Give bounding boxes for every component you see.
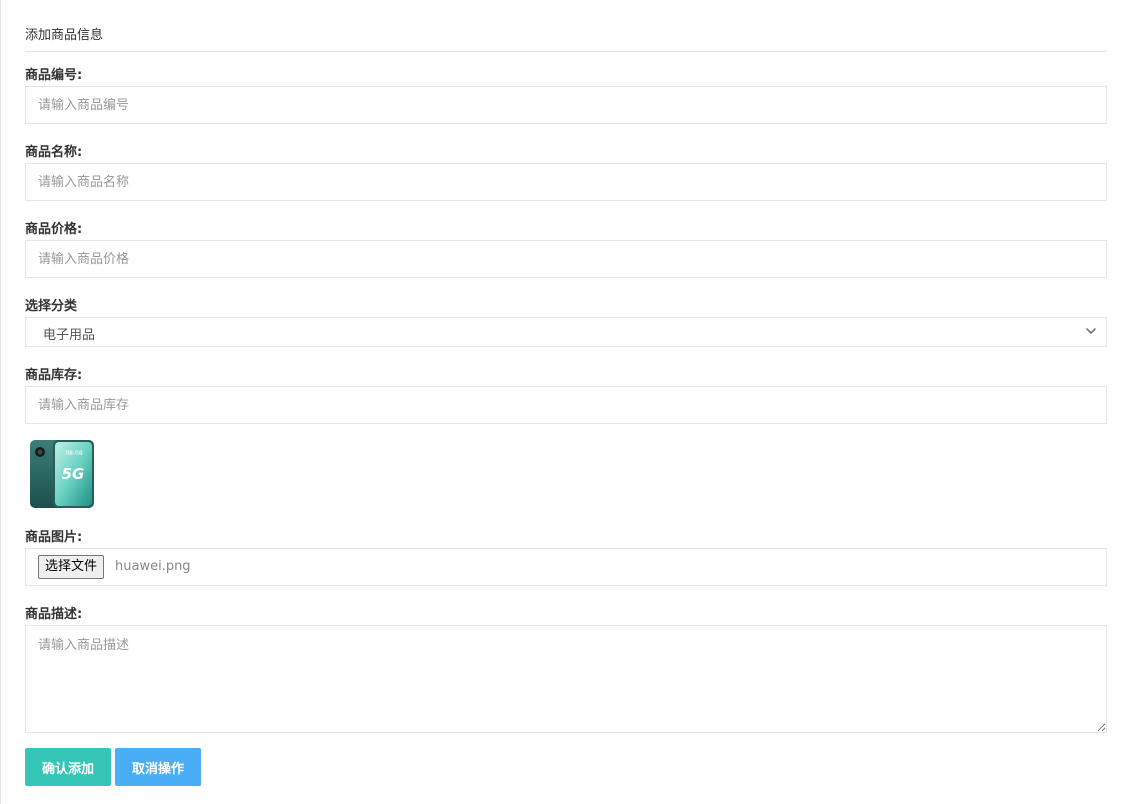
choose-file-button[interactable]: 选择文件 (38, 555, 105, 579)
left-edge-divider (0, 0, 1, 804)
category-select[interactable]: 电子用品 (25, 317, 1107, 347)
category-selected-value: 电子用品 (43, 328, 96, 343)
product-description-textarea[interactable] (25, 625, 1107, 733)
product-image-preview: 08:08 5G (30, 440, 94, 508)
product-code-input[interactable] (25, 86, 1107, 124)
product-image-file-input[interactable]: 选择文件 huawei.png (25, 548, 1107, 586)
preview-5g-text: 5G (62, 465, 85, 483)
product-price-input[interactable] (25, 240, 1107, 278)
category-label: 选择分类 (25, 299, 78, 314)
product-stock-input[interactable] (25, 386, 1107, 424)
product-image-label: 商品图片: (25, 530, 83, 545)
product-name-input[interactable] (25, 163, 1107, 201)
selected-file-name: huawei.png (115, 559, 191, 574)
product-code-label: 商品编号: (25, 68, 83, 83)
product-name-label: 商品名称: (25, 145, 83, 160)
product-stock-label: 商品库存: (25, 368, 83, 383)
product-price-label: 商品价格: (25, 222, 83, 237)
panel-divider (25, 51, 1107, 52)
svg-text:08:08: 08:08 (65, 450, 82, 457)
cancel-button[interactable]: 取消操作 (115, 748, 201, 786)
chevron-down-icon (1086, 328, 1096, 334)
confirm-add-button[interactable]: 确认添加 (25, 748, 111, 786)
panel-title: 添加商品信息 (25, 28, 104, 43)
product-description-label: 商品描述: (25, 607, 83, 622)
